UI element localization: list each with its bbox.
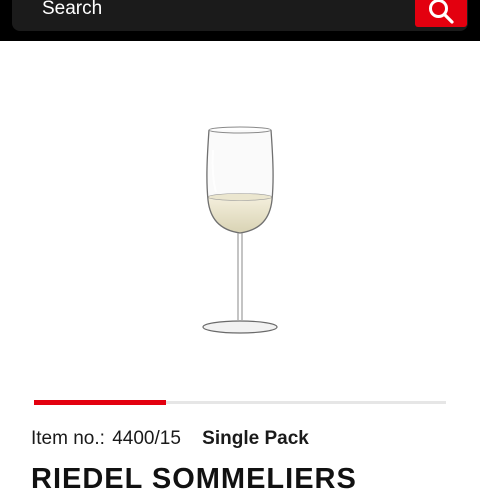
wine-glass-image [202,126,278,334]
item-info: Item no.: 4400/15 Single Pack [31,428,309,450]
item-number-label: Item no.: [31,428,105,449]
item-number: 4400/15 [112,428,181,449]
search-bar [12,0,468,31]
product-image[interactable] [195,120,285,340]
search-button[interactable] [415,0,467,27]
search-input[interactable] [42,0,402,21]
pack-size: Single Pack [202,428,309,449]
carousel-progress-fill [34,400,166,405]
image-carousel-progress[interactable] [34,400,446,405]
